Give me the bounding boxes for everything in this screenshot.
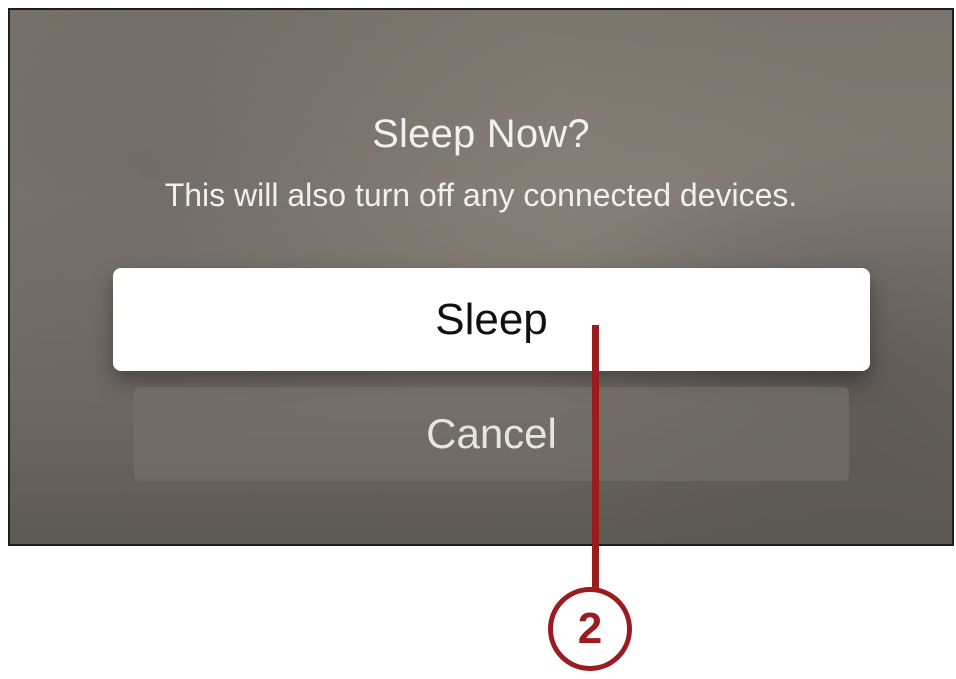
dialog-message: This will also turn off any connected de… (164, 177, 798, 213)
page: Sleep Now? This will also turn off any c… (0, 0, 956, 679)
tv-screen: Sleep Now? This will also turn off any c… (8, 8, 954, 546)
cancel-button[interactable]: Cancel (134, 387, 849, 481)
callout-number-badge: 2 (548, 587, 632, 671)
callout-line (592, 325, 599, 588)
sleep-button[interactable]: Sleep (113, 268, 870, 371)
dialog-title: Sleep Now? (372, 112, 590, 156)
